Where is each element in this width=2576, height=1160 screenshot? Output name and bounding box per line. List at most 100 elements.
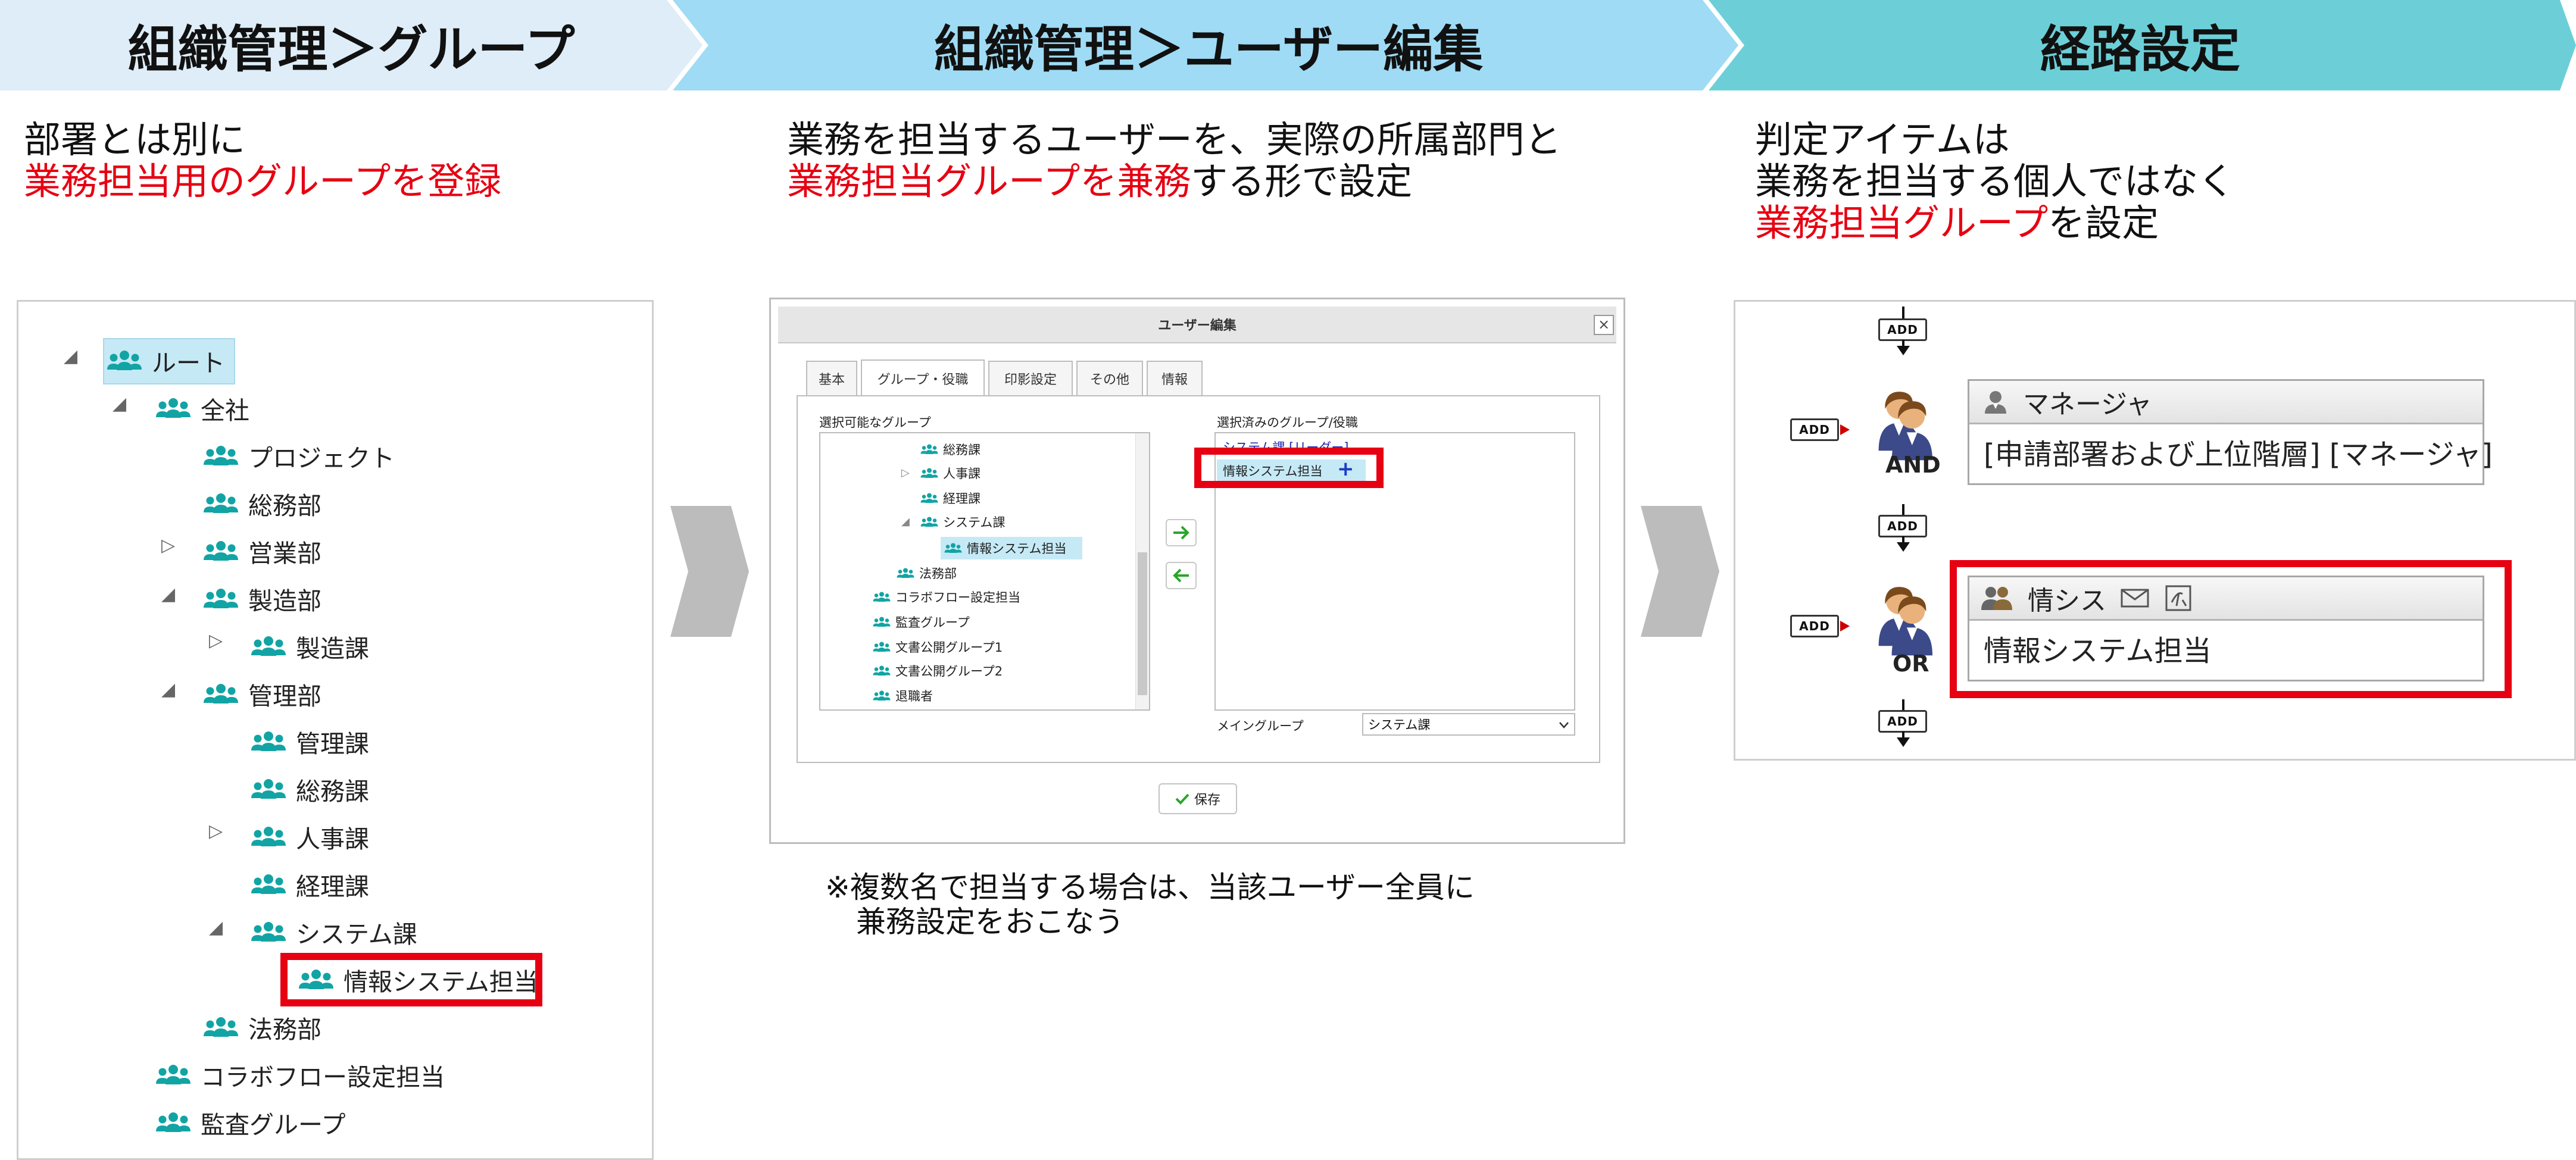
group-icon <box>203 492 239 515</box>
group-icon <box>251 777 286 801</box>
tree-node[interactable]: 総務課 <box>251 770 369 809</box>
tree-node[interactable]: 全社 <box>155 389 249 428</box>
check-icon <box>1175 793 1189 805</box>
group-icon <box>155 1063 191 1087</box>
caption-3: 判定アイテムは 業務を担当する個人ではなく 業務担当グループを設定 <box>1755 118 2235 245</box>
tree-node[interactable]: 経理課 <box>251 865 369 904</box>
tree-node[interactable]: 営業部 <box>203 531 321 571</box>
available-group-item[interactable]: 経理課 <box>920 489 981 507</box>
group-icon <box>251 825 286 849</box>
arrow-right-icon <box>1173 526 1189 540</box>
selected-groups-label: 選択済みのグループ/役職 <box>1217 415 1358 430</box>
arrow-down-icon <box>1897 731 1910 747</box>
highlight-box <box>280 953 542 1006</box>
person-icon <box>1985 391 2006 414</box>
arrow-left-icon <box>1173 568 1189 583</box>
tree-node[interactable]: 製造課 <box>251 627 369 666</box>
group-icon <box>920 492 938 505</box>
expand-toggle-icon[interactable]: ◢ <box>64 346 77 367</box>
remove-group-button[interactable] <box>1166 562 1197 589</box>
save-button[interactable]: 保存 <box>1159 783 1237 814</box>
arrow-right-icon <box>1840 424 1850 435</box>
highlight-box <box>1950 560 2512 698</box>
available-groups-label: 選択可能なグループ <box>819 415 931 430</box>
expand-toggle-icon[interactable]: ▷ <box>901 467 910 479</box>
group-icon <box>251 873 286 896</box>
group-icon <box>873 615 891 629</box>
tree-node[interactable]: 監査グループ <box>155 1103 346 1142</box>
group-icon <box>251 920 286 944</box>
tree-node[interactable]: 法務部 <box>203 1008 321 1047</box>
scrollbar-thumb[interactable] <box>1138 552 1147 695</box>
available-group-item[interactable]: 文書公開グループ2 <box>873 662 1003 680</box>
add-group-button[interactable] <box>1166 519 1197 546</box>
close-icon[interactable]: × <box>1594 315 1614 335</box>
arrow-down-icon <box>1897 340 1910 355</box>
tree-node[interactable]: 人事課 <box>251 817 369 856</box>
add-button[interactable]: ADD <box>1790 615 1839 637</box>
group-icon <box>203 444 239 468</box>
available-group-item[interactable]: 総務課 <box>920 440 981 458</box>
tree-node[interactable]: システム課 <box>251 912 417 952</box>
tab-other[interactable]: その他 <box>1076 361 1143 395</box>
group-icon <box>107 349 142 373</box>
expand-toggle-icon[interactable]: ▷ <box>209 630 223 651</box>
tree-node[interactable]: プロジェクト <box>203 436 395 476</box>
group-icon <box>873 590 891 604</box>
available-group-item[interactable]: 人事課 <box>920 464 981 482</box>
or-label: OR <box>1893 651 1929 677</box>
expand-toggle-icon[interactable]: ◢ <box>161 679 175 700</box>
available-group-item[interactable]: 法務部 <box>897 564 957 582</box>
group-icon <box>251 730 286 753</box>
main-group-select[interactable]: システム課 <box>1362 713 1575 736</box>
tree-node-root[interactable]: ルート <box>107 341 225 380</box>
add-button[interactable]: ADD <box>1878 515 1927 537</box>
available-group-item[interactable]: システム課 <box>920 513 1005 531</box>
route-flow-panel: ADD ADD AND マネージャ [申請部署および上位階層] [マネージャ] … <box>1734 300 2576 761</box>
group-icon <box>155 396 191 420</box>
flow-line <box>1902 307 1904 318</box>
available-group-item[interactable]: コラボフロー設定担当 <box>873 588 1020 606</box>
group-tree-panel: ◢ ルート ◢ 全社 プロジェクト 総務部 ▷ 営業部 ◢ 製造部 ▷ 製造課 … <box>17 300 654 1160</box>
add-button[interactable]: ADD <box>1790 418 1839 441</box>
tab-seal[interactable]: 印影設定 <box>988 361 1073 395</box>
scrollbar[interactable] <box>1135 433 1149 709</box>
tree-node[interactable]: コラボフロー設定担当 <box>155 1055 445 1095</box>
group-icon <box>920 467 938 480</box>
arrow-right-icon <box>1840 621 1850 631</box>
expand-toggle-icon[interactable]: ◢ <box>901 515 910 528</box>
tab-group-role[interactable]: グループ・役職 <box>861 359 985 396</box>
approver-card-manager[interactable]: マネージャ [申請部署および上位階層] [マネージャ] <box>1968 379 2493 485</box>
tab-info[interactable]: 情報 <box>1147 361 1203 395</box>
expand-toggle-icon[interactable]: ◢ <box>161 584 175 605</box>
group-icon <box>920 515 938 529</box>
users-icon <box>1878 587 1932 656</box>
and-label: AND <box>1885 452 1941 478</box>
tree-node[interactable]: 製造部 <box>203 579 321 618</box>
tab-basic[interactable]: 基本 <box>806 361 857 395</box>
group-icon <box>251 634 286 658</box>
available-group-item[interactable]: 監査グループ <box>873 613 970 631</box>
tree-node[interactable]: 管理課 <box>251 722 369 761</box>
available-group-item[interactable]: 退職者 <box>873 687 933 705</box>
group-icon <box>944 542 962 555</box>
note-text: ※複数名で担当する場合は、当該ユーザー全員に 兼務設定をおこなう <box>825 870 1475 939</box>
expand-toggle-icon[interactable]: ▷ <box>161 535 175 556</box>
tree-node[interactable]: 管理部 <box>203 674 321 714</box>
available-group-item[interactable]: 情報システム担当 <box>944 539 1066 557</box>
card-body: [申請部署および上位階層] [マネージャ] <box>1984 438 2493 471</box>
expand-toggle-icon[interactable]: ▷ <box>209 821 223 842</box>
group-icon <box>897 567 914 580</box>
group-icon <box>873 689 891 702</box>
add-button[interactable]: ADD <box>1878 318 1927 341</box>
expand-toggle-icon[interactable]: ◢ <box>209 917 223 938</box>
tree-node[interactable]: 総務部 <box>203 484 321 523</box>
add-button[interactable]: ADD <box>1878 710 1927 733</box>
arrow-down-icon <box>1897 536 1910 552</box>
group-icon <box>203 539 239 563</box>
flow-line <box>1902 699 1904 711</box>
main-group-label: メイングループ <box>1217 719 1304 733</box>
expand-toggle-icon[interactable]: ◢ <box>113 393 126 414</box>
available-group-item[interactable]: 文書公開グループ1 <box>873 638 1003 656</box>
group-icon <box>155 1111 191 1134</box>
